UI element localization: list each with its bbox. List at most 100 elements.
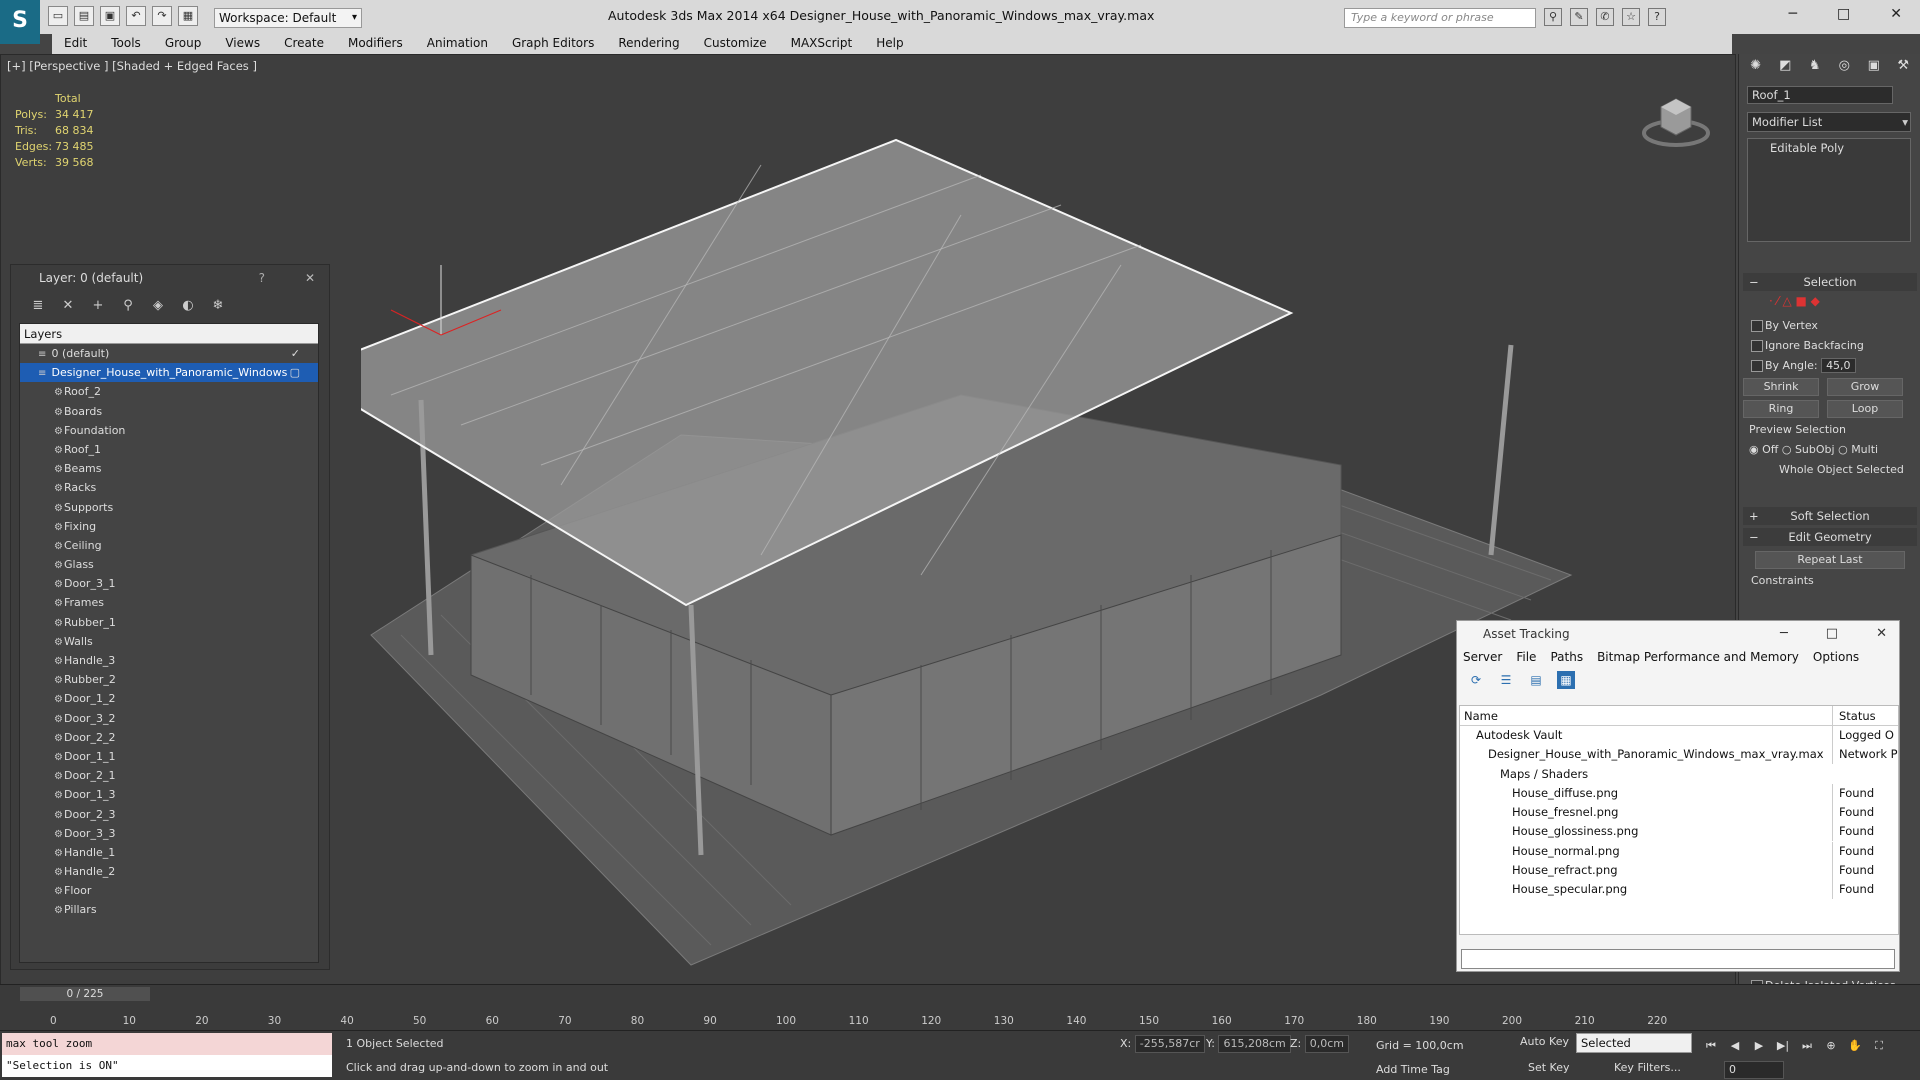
menu-create[interactable]: Create [272,34,336,54]
object-row[interactable]: ⚙Door_2_2 [20,728,318,747]
timeline[interactable]: 0 / 225 0 10 20 30 40 50 60 70 80 90 100 110 120 130 1… [0,984,1920,1030]
menu-rendering[interactable]: Rendering [606,34,691,54]
time-slider[interactable]: 0 / 225 [20,987,150,1001]
viewport-label[interactable]: [+] [Perspective ] [Shaded + Edged Faces… [7,59,257,73]
object-row[interactable]: ⚙Handle_2 [20,862,318,881]
new-file-icon[interactable]: ▭ [48,6,68,26]
asset-path-field[interactable] [1461,949,1895,969]
create-tab-icon[interactable]: ✺ [1745,56,1767,76]
asset-row[interactable]: House_diffuse.png Found [1460,783,1898,803]
modifier-list-dropdown[interactable]: Modifier List ▾ [1747,112,1911,132]
close-icon[interactable]: ✕ [1876,621,1887,647]
redo-icon[interactable]: ↷ [152,6,172,26]
list-view-icon[interactable]: ☰ [1497,671,1515,689]
favorites-icon[interactable]: ☆ [1622,8,1640,26]
binoculars-icon[interactable]: ⚲ [1544,8,1562,26]
object-row[interactable]: ⚙Walls [20,632,318,651]
subscription-icon[interactable]: ✎ [1570,8,1588,26]
ignore-backfacing-option[interactable]: Ignore Backfacing [1739,336,1920,356]
layer-list[interactable]: Layers ≡ 0 (default) ✓ ≡ Designer_House_… [19,323,319,963]
asset-tracking-window[interactable]: Asset Tracking ─ □ ✕ Server File Paths B… [1456,620,1900,972]
layers-column-header[interactable]: Layers [20,324,318,344]
auto-key-button[interactable]: Auto Key [1520,1035,1569,1048]
workspace-dropdown[interactable]: Workspace: Default ▾ [214,8,362,28]
help-icon[interactable]: ? [259,265,265,291]
edit-geometry-rollout-header[interactable]: − Edit Geometry [1743,528,1917,546]
object-row[interactable]: ⚙Door_3_1 [20,574,318,593]
hide-all-icon[interactable]: ◐ [179,297,197,315]
select-objects-icon[interactable]: ⚲ [119,297,137,315]
search-input[interactable]: Type a keyword or phrase [1344,8,1536,28]
object-row[interactable]: ⚙Fixing [20,517,318,536]
go-to-end-icon[interactable]: ⏭ [1798,1037,1816,1055]
object-name-field[interactable]: Roof_1 [1747,86,1893,104]
house-model-wireframe[interactable] [361,135,1621,995]
next-frame-icon[interactable]: ▶| [1774,1037,1792,1055]
set-current-icon[interactable]: ▢ [290,363,300,382]
menu-customize[interactable]: Customize [692,34,779,54]
object-row[interactable]: ⚙Glass [20,555,318,574]
object-row[interactable]: ⚙Door_1_1 [20,747,318,766]
motion-tab-icon[interactable]: ◎ [1834,56,1856,76]
soft-selection-rollout-header[interactable]: + Soft Selection [1743,507,1917,525]
help-icon[interactable]: ? [1648,8,1666,26]
modifier-stack[interactable]: Editable Poly [1747,138,1911,242]
object-row[interactable]: ⚙Pillars [20,900,318,919]
open-file-icon[interactable]: ▤ [74,6,94,26]
add-time-tag[interactable]: Add Time Tag [1376,1063,1450,1076]
layer-row[interactable]: ≡ 0 (default) ✓ [20,344,318,363]
zoom-icon[interactable]: ⊕ [1822,1037,1840,1055]
pan-icon[interactable]: ✋ [1846,1037,1864,1055]
ignore-backfacing-checkbox[interactable] [1751,340,1763,352]
asset-row[interactable]: Autodesk Vault Logged O [1460,726,1898,745]
preview-selection-radios[interactable]: ◉ Off ○ SubObj ○ Multi [1739,440,1920,460]
menu-file[interactable]: File [1516,647,1536,667]
object-row[interactable]: ⚙Door_3_3 [20,824,318,843]
menu-options[interactable]: Options [1813,647,1859,667]
layer-explorer-window[interactable]: Layer: 0 (default) ? ✕ ≣ ✕ + ⚲ ◈ ◐ ❄ Lay… [10,264,330,970]
minimize-icon[interactable]: ─ [1780,621,1788,647]
close-icon[interactable]: ✕ [305,265,315,291]
utilities-tab-icon[interactable]: ⚒ [1893,56,1915,76]
z-field[interactable]: 0,0cm [1304,1035,1350,1053]
current-layer-check-icon[interactable]: ✓ [291,344,300,363]
stack-item-editable-poly[interactable]: Editable Poly [1748,139,1910,157]
menu-views[interactable]: Views [213,34,272,54]
asset-row[interactable]: Maps / Shaders [1460,765,1898,784]
object-row[interactable]: ⚙Roof_1 [20,440,318,459]
maxscript-macro-recorder[interactable]: max tool zoom [2,1033,332,1055]
object-row[interactable]: ⚙Foundation [20,421,318,440]
key-filters-button[interactable]: Key Filters... [1614,1061,1681,1074]
new-layer-icon[interactable]: ≣ [29,297,47,315]
menu-edit[interactable]: Edit [52,34,99,54]
by-angle-option[interactable]: By Angle: 45,0 [1739,356,1920,376]
detail-view-icon[interactable]: ▤ [1527,671,1545,689]
ring-button[interactable]: Ring [1743,400,1819,418]
close-icon[interactable]: ✕ [1890,6,1902,22]
subobject-icons[interactable]: · ⁄ △ ■ ◆ [1739,294,1920,316]
menu-tools[interactable]: Tools [99,34,153,54]
play-icon[interactable]: ▶ [1750,1037,1768,1055]
maximize-icon[interactable]: □ [1837,6,1850,22]
table-view-icon[interactable]: ▦ [1557,671,1575,689]
menu-maxscript[interactable]: MAXScript [779,34,865,54]
save-icon[interactable]: ▣ [100,6,120,26]
name-column-header[interactable]: Name [1464,706,1498,726]
status-column-header[interactable]: Status [1832,706,1900,726]
current-frame-field[interactable]: 0 [1724,1061,1784,1079]
object-row[interactable]: ⚙Racks [20,478,318,497]
layer-row[interactable]: ≡ Designer_House_with_Panoramic_Windows … [20,363,318,383]
x-field[interactable]: -255,587cr [1134,1035,1205,1053]
freeze-all-icon[interactable]: ❄ [209,297,227,315]
by-vertex-option[interactable]: By Vertex [1739,316,1920,336]
layer-window-titlebar[interactable]: Layer: 0 (default) ? ✕ [11,265,329,291]
object-row[interactable]: ⚙Floor [20,881,318,900]
add-to-layer-icon[interactable]: + [89,297,107,315]
object-row[interactable]: ⚙Supports [20,498,318,517]
y-field[interactable]: 615,208cm [1218,1035,1291,1053]
object-row[interactable]: ⚙Door_2_1 [20,766,318,785]
key-mode-dropdown[interactable]: Selected [1576,1033,1692,1053]
object-row[interactable]: ⚙Beams [20,459,318,478]
communication-icon[interactable]: ✆ [1596,8,1614,26]
preview-multi-label[interactable]: Multi [1851,443,1878,456]
